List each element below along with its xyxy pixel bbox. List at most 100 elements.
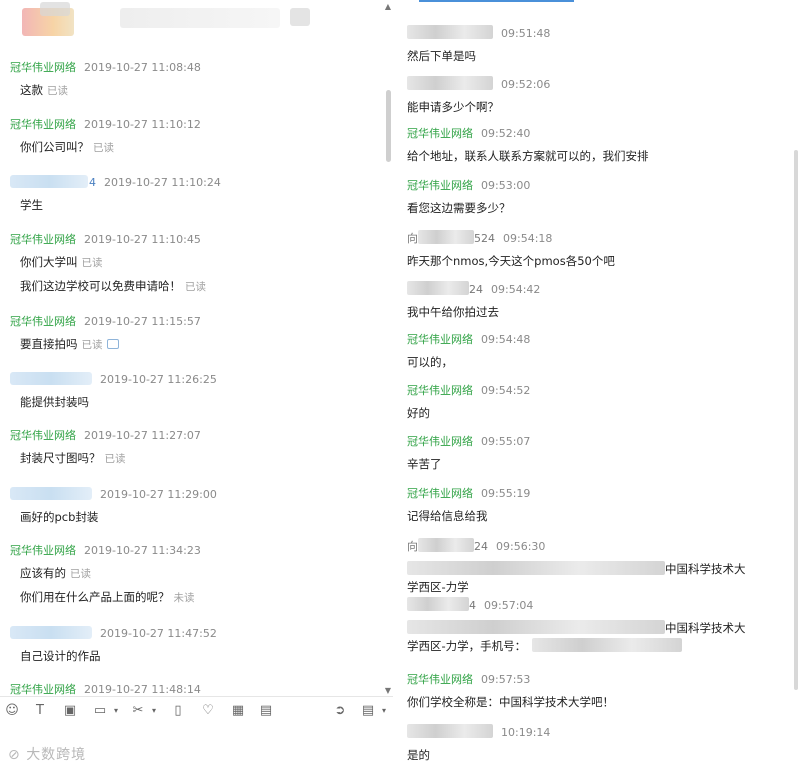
message-text: 可以的，	[407, 355, 453, 369]
sender-name-redacted	[407, 281, 469, 295]
message-text: 给个地址，联系人联系方案就可以的，我们安排	[407, 149, 649, 163]
message-text: 我们这边学校可以免费申请哈！ 已读	[10, 278, 377, 295]
folder-icon[interactable]: ▭	[92, 703, 108, 719]
contact-header	[0, 0, 393, 42]
history-icon[interactable]: ▤	[360, 703, 376, 719]
address-redacted	[407, 620, 665, 634]
message-time: 09:54:18	[503, 232, 553, 245]
scroll-down-arrow[interactable]: ▼	[385, 686, 391, 695]
message-meta: 2019-10-27 11:26:25	[10, 372, 377, 387]
message-content: 应该有的	[20, 566, 66, 580]
message-time: 2019-10-27 11:10:45	[84, 233, 201, 246]
heart-icon[interactable]: ♡	[200, 703, 216, 719]
message-content: 我们这边学校可以免费申请哈！	[20, 279, 181, 293]
message-content: 自己设计的作品	[20, 649, 101, 663]
right-message: 09:51:48 然后下单是吗	[407, 25, 786, 65]
message-meta: 冠华伟业网络 09:55:19	[407, 487, 786, 501]
sender-name: 冠华伟业网络	[10, 118, 76, 131]
message-content: 学生	[20, 198, 43, 212]
read-status: 已读	[185, 281, 206, 293]
message-text: 中国科学技术大	[407, 560, 786, 578]
message-text: 这款 已读	[10, 82, 377, 99]
message-content: 你们公司叫？	[20, 140, 89, 154]
message-text: 画好的pcb封装	[10, 509, 377, 525]
right-message: 24 09:54:42 我中午给你拍过去	[407, 281, 786, 321]
calculator-icon[interactable]: ▦	[230, 703, 246, 719]
address-redacted	[407, 561, 665, 575]
read-status: 已读	[70, 568, 91, 580]
sender-name: 冠华伟业网络	[10, 429, 76, 442]
message-text-continued: 学西区-力学，手机号：	[407, 637, 786, 655]
message-time: 09:56:30	[496, 540, 546, 553]
message-text: 好的	[407, 406, 430, 420]
text-format-icon[interactable]: T	[32, 703, 48, 719]
scissors-icon[interactable]: ✂	[130, 703, 146, 719]
sender-name: 冠华伟业网络	[10, 544, 76, 557]
history-dropdown-icon[interactable]: ▾	[376, 703, 392, 719]
sender-name: 冠华伟业网络	[407, 384, 473, 397]
expand-icon[interactable]	[106, 339, 119, 349]
message-text: 封装尺寸图吗？ 已读	[10, 450, 377, 467]
sender-name-redacted	[407, 25, 493, 39]
right-scrollbar[interactable]	[794, 150, 798, 690]
message-time: 2019-10-27 11:15:57	[84, 315, 201, 328]
sender-name: 冠华伟业网络	[10, 315, 76, 328]
message-meta: 24 09:54:42	[407, 281, 786, 297]
message-meta: 2019-10-27 11:29:00	[10, 487, 377, 502]
read-status: 未读	[173, 592, 195, 604]
message-time: 09:55:19	[481, 487, 531, 500]
message-meta: 4 09:57:04	[407, 597, 786, 613]
message-meta: 10:19:14	[407, 724, 786, 740]
screenshot-icon[interactable]: ▣	[62, 703, 78, 719]
scroll-up-arrow[interactable]: ▲	[385, 2, 391, 11]
input-toolbar: ☺ T ▣ ▭ ▾ ✂ ▾ ▯ ♡ ▦ ▤ ➲ ▤ ▾	[0, 696, 393, 727]
read-status: 已读	[93, 142, 114, 154]
read-status: 已读	[81, 257, 103, 269]
message-text: 能提供封装吗	[10, 394, 377, 410]
message-content: 能提供封装吗	[20, 395, 89, 409]
message-time: 09:54:52	[481, 384, 531, 397]
folder-dropdown-icon[interactable]: ▾	[108, 703, 124, 719]
emoji-icon[interactable]: ☺	[4, 703, 20, 719]
message-content: 这款	[20, 83, 43, 97]
message-text: 你们学校全称是：中国科学技术大学吧！	[407, 695, 614, 709]
sender-name-redacted	[10, 626, 92, 639]
message-time: 10:19:14	[501, 726, 551, 739]
sender-name-redacted	[10, 487, 92, 500]
reply-icon[interactable]: ➲	[332, 703, 348, 719]
message-text: 看您这边需要多少？	[407, 201, 511, 215]
right-top-tab-line	[419, 0, 574, 2]
message-meta: 冠华伟业网络 2019-10-27 11:34:23	[10, 544, 377, 558]
right-message: 冠华伟业网络 09:54:48 可以的，	[407, 333, 786, 371]
left-message: 冠华伟业网络 2019-10-27 11:08:48 这款 已读	[10, 61, 377, 99]
sender-name-redacted	[407, 724, 493, 738]
message-text: 应该有的 已读	[10, 565, 377, 582]
right-chat-pane: 09:51:48 然后下单是吗 09:52:06 能申请多少个啊？ 冠华伟业网络 09:5…	[393, 0, 800, 771]
left-scrollbar[interactable]	[386, 90, 391, 162]
right-message: 向 24 09:56:30 中国科学技术大 学西区-力学	[407, 538, 786, 596]
message-text-2: 学西区-力学，手机号：	[407, 639, 527, 653]
left-message: 冠华伟业网络 2019-10-27 11:48:14	[10, 683, 377, 697]
sender-name-suffix: 4	[469, 599, 476, 612]
message-meta: 冠华伟业网络 2019-10-27 11:10:45	[10, 233, 377, 247]
vibrate-icon[interactable]: ▯	[170, 703, 186, 719]
message-meta: 冠华伟业网络 2019-10-27 11:48:14	[10, 683, 377, 697]
left-message: 2019-10-27 11:47:52 自己设计的作品	[10, 626, 377, 664]
message-meta: 冠华伟业网络 09:55:07	[407, 435, 786, 449]
message-time: 09:57:04	[484, 599, 534, 612]
message-time: 2019-10-27 11:47:52	[100, 627, 217, 640]
message-time: 09:55:07	[481, 435, 531, 448]
watermark: ⊘ 大数跨境	[8, 747, 87, 763]
left-message: 4 2019-10-27 11:10:24 学生	[10, 175, 377, 213]
message-meta: 冠华伟业网络 2019-10-27 11:08:48	[10, 61, 377, 75]
message-meta: 09:51:48	[407, 25, 786, 41]
message-text-2: 学西区-力学	[407, 580, 469, 594]
gift-icon[interactable]: ▤	[258, 703, 274, 719]
right-message: 4 09:57:04 中国科学技术大 学西区-力学，手机号：	[407, 597, 786, 655]
scissors-dropdown-icon[interactable]: ▾	[146, 703, 162, 719]
message-meta: 向 524 09:54:18	[407, 230, 786, 246]
sender-name: 冠华伟业网络	[407, 673, 473, 686]
sender-name: 冠华伟业网络	[407, 127, 473, 140]
phone-redacted	[532, 638, 683, 652]
message-text: 你们用在什么产品上面的呢？ 未读	[10, 589, 377, 606]
